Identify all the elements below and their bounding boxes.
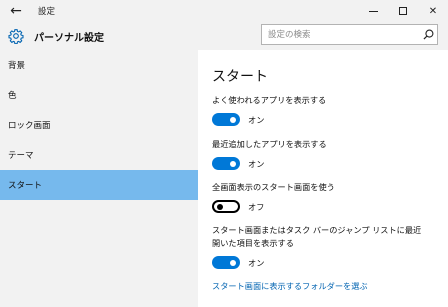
minimize-button[interactable]	[358, 0, 388, 22]
toggle-switch[interactable]	[212, 256, 240, 269]
toggle-switch[interactable]	[212, 113, 240, 126]
header: パーソナル設定	[0, 22, 448, 50]
back-arrow-icon: ←	[10, 3, 22, 19]
page-title: パーソナル設定	[34, 32, 104, 44]
toggle-switch[interactable]	[212, 200, 240, 213]
choose-folders-link[interactable]: スタート画面に表示するフォルダーを選ぶ	[212, 280, 368, 292]
search-box[interactable]	[261, 24, 438, 45]
sidebar-item-theme[interactable]: テーマ	[0, 140, 198, 170]
content-title: スタート	[212, 69, 268, 85]
setting-label: スタート画面またはタスク バーのジャンプ リストに最近開いた項目を表示する	[212, 225, 422, 248]
title-bar: ← 設定 ✕	[0, 0, 448, 22]
toggle-switch[interactable]	[212, 157, 240, 170]
close-icon: ✕	[428, 5, 438, 17]
toggle-state-label: オン	[248, 114, 265, 125]
gear-icon	[8, 29, 24, 44]
setting-recently-added-apps: 最近追加したアプリを表示する オン	[212, 138, 427, 170]
toggle-state-label: オフ	[248, 201, 265, 212]
minimize-icon	[368, 10, 378, 12]
sidebar-item-start[interactable]: スタート	[0, 170, 198, 200]
maximize-button[interactable]	[388, 0, 418, 22]
setting-most-used-apps: よく使われるアプリを表示する オン	[212, 94, 427, 126]
search-input[interactable]	[262, 25, 419, 44]
setting-label: 最近追加したアプリを表示する	[212, 139, 327, 149]
setting-full-screen-start: 全画面表示のスタート画面を使う オフ	[212, 181, 427, 213]
search-icon[interactable]	[419, 26, 437, 44]
sidebar: 背景 色 ロック画面 テーマ スタート	[0, 50, 198, 307]
sidebar-item-lock-screen[interactable]: ロック画面	[0, 110, 198, 140]
toggle-state-label: オン	[248, 158, 265, 169]
setting-recent-items-jump-list: スタート画面またはタスク バーのジャンプ リストに最近開いた項目を表示する オン	[212, 224, 427, 269]
window-controls: ✕	[358, 0, 448, 22]
back-button[interactable]: ←	[0, 0, 32, 22]
content-pane: スタート よく使われるアプリを表示する オン 最近追加したアプリを表示する オン…	[198, 50, 448, 307]
setting-label: よく使われるアプリを表示する	[212, 95, 327, 105]
window-title: 設定	[38, 7, 56, 17]
maximize-icon	[399, 7, 407, 15]
close-button[interactable]: ✕	[418, 0, 448, 22]
sidebar-item-color[interactable]: 色	[0, 80, 198, 110]
setting-label: 全画面表示のスタート画面を使う	[212, 182, 335, 192]
sidebar-item-background[interactable]: 背景	[0, 50, 198, 80]
toggle-state-label: オン	[248, 257, 265, 268]
